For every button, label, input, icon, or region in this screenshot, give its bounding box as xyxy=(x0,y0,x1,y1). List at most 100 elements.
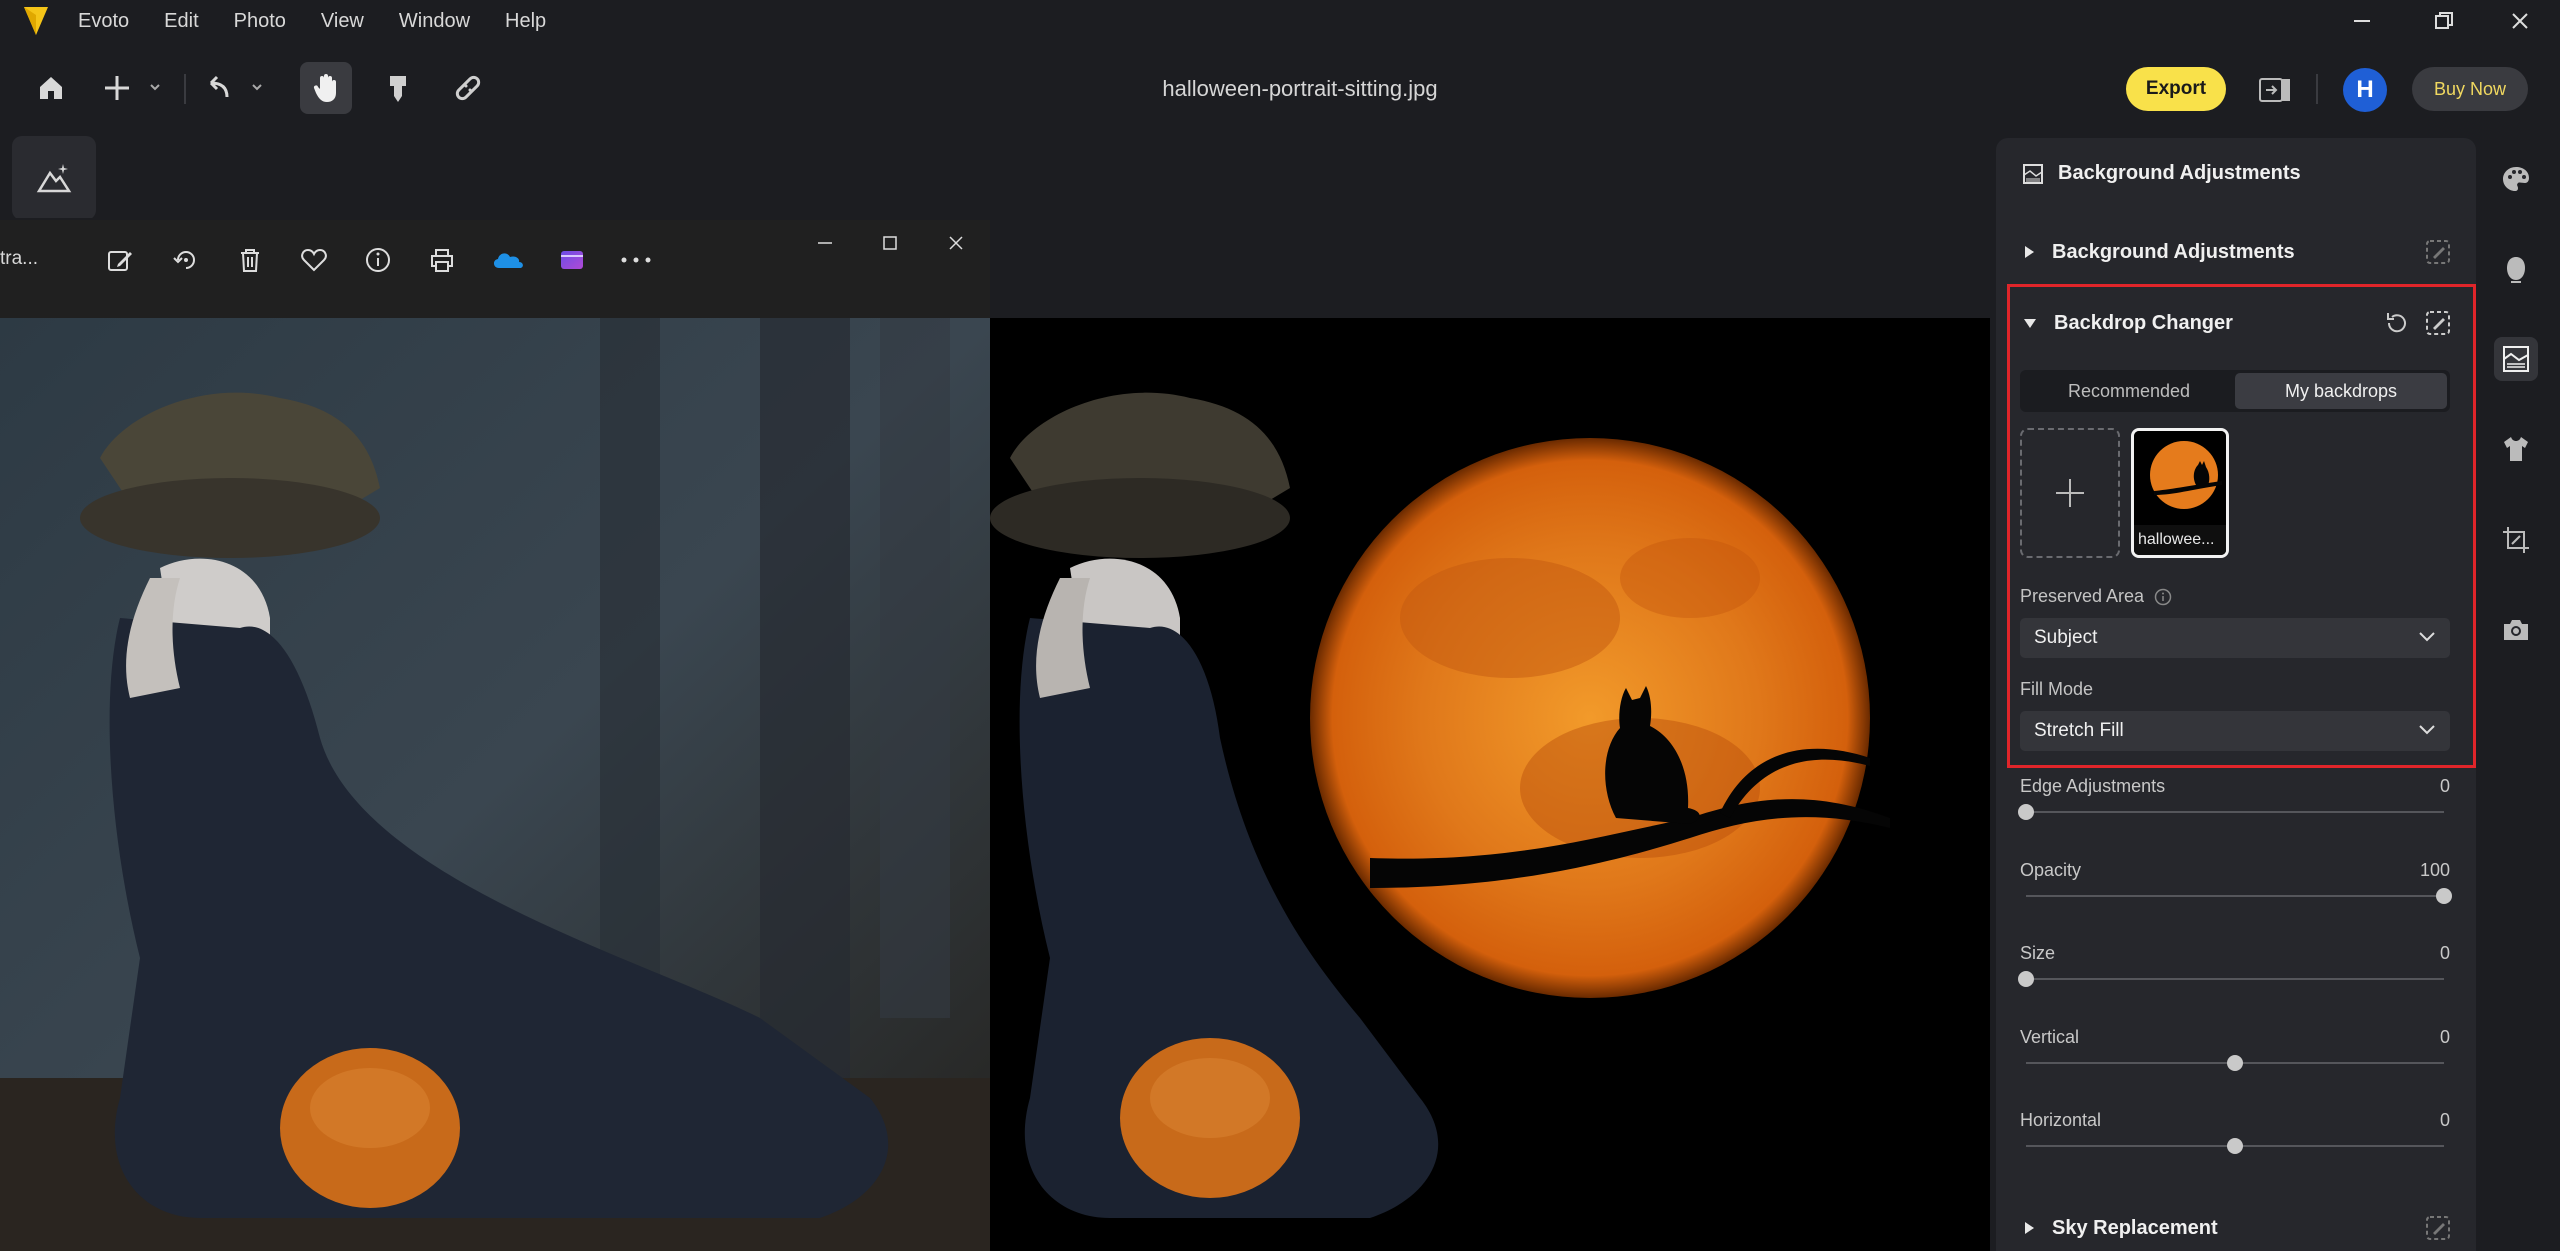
add-backdrop-button[interactable] xyxy=(2020,428,2120,558)
slider-label: Edge Adjustments xyxy=(2020,776,2166,796)
original-photo xyxy=(0,318,990,1251)
background-grid-icon xyxy=(2023,163,2043,184)
photos-close-button[interactable] xyxy=(936,228,976,258)
panel-title: Background Adjustments xyxy=(2058,162,2301,184)
slider-value: 0 xyxy=(2439,943,2450,963)
photos-title: tra... xyxy=(0,248,39,269)
info-icon[interactable] xyxy=(360,242,396,278)
restore-button[interactable] xyxy=(2422,4,2466,38)
section-label: Background Adjustments xyxy=(2052,240,2295,263)
section-label: Sky Replacement xyxy=(2052,1216,2218,1239)
backdrop-tabs: Recommended My backdrops xyxy=(2020,370,2450,412)
slider-label: Opacity xyxy=(2020,860,2082,880)
menu-edit[interactable]: Edit xyxy=(164,10,198,33)
menu-photo[interactable]: Photo xyxy=(234,10,286,33)
backdrop-thumbnail[interactable]: hallowee... xyxy=(2131,428,2229,558)
slider-knob[interactable] xyxy=(2018,971,2034,987)
erase-edit-icon[interactable] xyxy=(2424,1214,2452,1242)
chevron-down-icon xyxy=(2419,725,2435,735)
mountain-edit-icon[interactable] xyxy=(12,136,96,220)
section-label: Backdrop Changer xyxy=(2054,311,2233,334)
retouch-brush-icon[interactable] xyxy=(372,62,424,114)
slider-track[interactable] xyxy=(2026,978,2444,980)
crop-icon[interactable] xyxy=(2494,518,2538,562)
menu-view[interactable]: View xyxy=(321,10,364,33)
caret-right-icon xyxy=(2025,1222,2034,1234)
print-icon[interactable] xyxy=(424,242,460,278)
slider-size[interactable]: Size 0 xyxy=(2018,943,2450,993)
slider-value: 0 xyxy=(2439,1110,2450,1130)
preserved-area-text: Preserved Area xyxy=(2020,586,2145,606)
buy-now-button[interactable]: Buy Now xyxy=(2412,67,2528,111)
bandage-icon[interactable] xyxy=(442,62,494,114)
camera-icon[interactable] xyxy=(2494,608,2538,652)
avatar[interactable]: H xyxy=(2343,68,2387,112)
slider-horizontal[interactable]: Horizontal 0 xyxy=(2020,1110,2450,1160)
onedrive-icon[interactable] xyxy=(490,242,526,278)
menu-window[interactable]: Window xyxy=(399,10,470,33)
background-icon[interactable] xyxy=(2494,337,2538,381)
edited-photo[interactable] xyxy=(990,318,1990,1251)
hand-icon[interactable] xyxy=(300,62,352,114)
erase-edit-icon[interactable] xyxy=(2424,238,2452,266)
delete-icon[interactable] xyxy=(232,242,268,278)
home-icon[interactable] xyxy=(28,62,74,114)
slider-label: Vertical xyxy=(2020,1027,2080,1047)
section-background-adjustments[interactable]: Background Adjustments xyxy=(2022,232,2452,272)
slider-opacity[interactable]: Opacity 100 xyxy=(2020,860,2452,910)
slider-label: Horizontal xyxy=(2020,1110,2102,1130)
fill-mode-label: Fill Mode xyxy=(2020,679,2094,699)
clipchamp-icon[interactable] xyxy=(554,242,590,278)
add-icon[interactable] xyxy=(100,62,166,114)
evoto-logo-icon xyxy=(22,3,52,39)
more-icon[interactable] xyxy=(618,242,654,278)
slider-value: 0 xyxy=(2439,776,2450,796)
menu-bar: Evoto Edit Photo View Window Help xyxy=(0,0,2560,42)
slider-knob[interactable] xyxy=(2227,1055,2243,1071)
export-button[interactable]: Export xyxy=(2126,67,2226,111)
menu-help[interactable]: Help xyxy=(505,10,546,33)
slider-track[interactable] xyxy=(2026,811,2444,813)
slider-edge-adjustments[interactable]: Edge Adjustments 0 xyxy=(2018,776,2450,826)
photos-maximize-button[interactable] xyxy=(870,228,910,258)
tab-my-backdrops[interactable]: My backdrops xyxy=(2235,373,2447,409)
erase-edit-icon[interactable] xyxy=(2424,309,2452,337)
slider-label: Size xyxy=(2020,943,2056,963)
edit-image-icon[interactable] xyxy=(102,242,138,278)
caret-right-icon xyxy=(2025,246,2034,258)
slider-knob[interactable] xyxy=(2018,804,2034,820)
slider-knob[interactable] xyxy=(2227,1138,2243,1154)
document-title: halloween-portrait-sitting.jpg xyxy=(1162,76,1438,101)
preserved-area-label: Preserved Area xyxy=(2020,586,2172,607)
photos-viewer-window[interactable]: tra... xyxy=(0,220,990,1251)
fill-mode-value: Stretch Fill xyxy=(2034,720,2124,741)
fill-mode-select[interactable]: Stretch Fill xyxy=(2020,711,2450,751)
close-window-button[interactable] xyxy=(2498,4,2542,38)
slider-value: 0 xyxy=(2439,1027,2450,1047)
favorite-icon[interactable] xyxy=(296,242,332,278)
backdrop-thumbnail-label: hallowee... xyxy=(2134,525,2226,555)
minimize-button[interactable] xyxy=(2340,4,2384,38)
slider-knob[interactable] xyxy=(2436,888,2452,904)
menu-evoto[interactable]: Evoto xyxy=(78,10,129,33)
help-icon[interactable] xyxy=(2154,588,2172,606)
reset-icon[interactable] xyxy=(2382,309,2410,337)
plus-icon xyxy=(2056,479,2084,507)
photos-toolbar: tra... xyxy=(0,220,990,318)
tab-recommended[interactable]: Recommended xyxy=(2023,373,2235,409)
photos-minimize-button[interactable] xyxy=(805,228,845,258)
preserved-area-value: Subject xyxy=(2034,627,2098,648)
clothing-icon[interactable] xyxy=(2494,427,2538,471)
preserved-area-select[interactable]: Subject xyxy=(2020,618,2450,658)
palette-icon[interactable] xyxy=(2494,157,2538,201)
slider-vertical[interactable]: Vertical 0 xyxy=(2020,1027,2450,1077)
compare-icon[interactable] xyxy=(2250,64,2300,116)
section-sky-replacement[interactable]: Sky Replacement xyxy=(2022,1208,2452,1248)
slider-track[interactable] xyxy=(2026,895,2444,897)
face-icon[interactable] xyxy=(2494,247,2538,291)
caret-down-icon xyxy=(2024,319,2036,328)
undo-icon[interactable] xyxy=(202,62,268,114)
section-backdrop-changer[interactable]: Backdrop Changer xyxy=(2022,303,2452,343)
rotate-icon[interactable] xyxy=(168,242,204,278)
slider-value: 100 xyxy=(2419,860,2450,880)
